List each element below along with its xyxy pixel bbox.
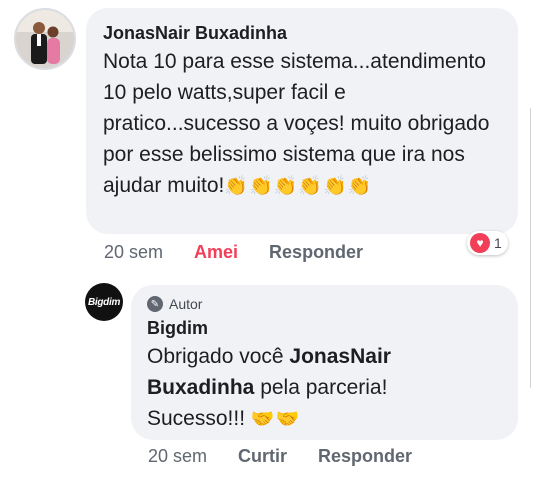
- reply-text-end: Sucesso!!!: [147, 407, 251, 430]
- reply-actions: 20 sem Curtir Responder: [148, 444, 443, 468]
- reply-button[interactable]: Responder: [318, 446, 412, 467]
- reply-bubble: ✎ Autor Bigdim Obrigado você JonasNair B…: [131, 285, 518, 440]
- reaction-count: 1: [494, 235, 502, 251]
- comment-text: Nota 10 para esse sistema...atendimento …: [103, 46, 500, 202]
- couple-photo-icon: [16, 10, 74, 68]
- love-reaction-button[interactable]: Amei: [194, 242, 238, 263]
- page-avatar[interactable]: Bigdim: [85, 283, 123, 321]
- reply-author[interactable]: Bigdim: [147, 315, 500, 341]
- reply-button[interactable]: Responder: [269, 242, 363, 263]
- reply-text-middle: pela parceria!: [254, 376, 388, 399]
- reply-text-start: Obrigado você: [147, 345, 290, 368]
- pencil-icon: ✎: [147, 296, 163, 312]
- reply-text: Obrigado você JonasNair Buxadinha pela p…: [147, 341, 500, 435]
- author-badge-label: Autor: [169, 296, 203, 312]
- comment-bubble: JonasNair Buxadinha Nota 10 para esse si…: [86, 8, 518, 234]
- reaction-count-badge[interactable]: ♥ 1: [467, 231, 508, 255]
- handshake-emoji: 🤝🤝: [250, 409, 301, 430]
- author-badge: ✎ Autor: [147, 293, 500, 315]
- bigdim-logo: Bigdim: [87, 296, 121, 308]
- comment-timestamp[interactable]: 20 sem: [104, 242, 163, 263]
- scrollbar[interactable]: [530, 108, 535, 388]
- reply-timestamp[interactable]: 20 sem: [148, 446, 207, 467]
- comment-actions: 20 sem Amei Responder: [104, 240, 394, 264]
- like-button[interactable]: Curtir: [238, 446, 287, 467]
- commenter-avatar[interactable]: [14, 8, 76, 70]
- heart-icon: ♥: [470, 233, 490, 253]
- clapping-hands-emoji: 👏👏👏👏👏👏: [224, 176, 373, 197]
- comment-author[interactable]: JonasNair Buxadinha: [103, 20, 500, 46]
